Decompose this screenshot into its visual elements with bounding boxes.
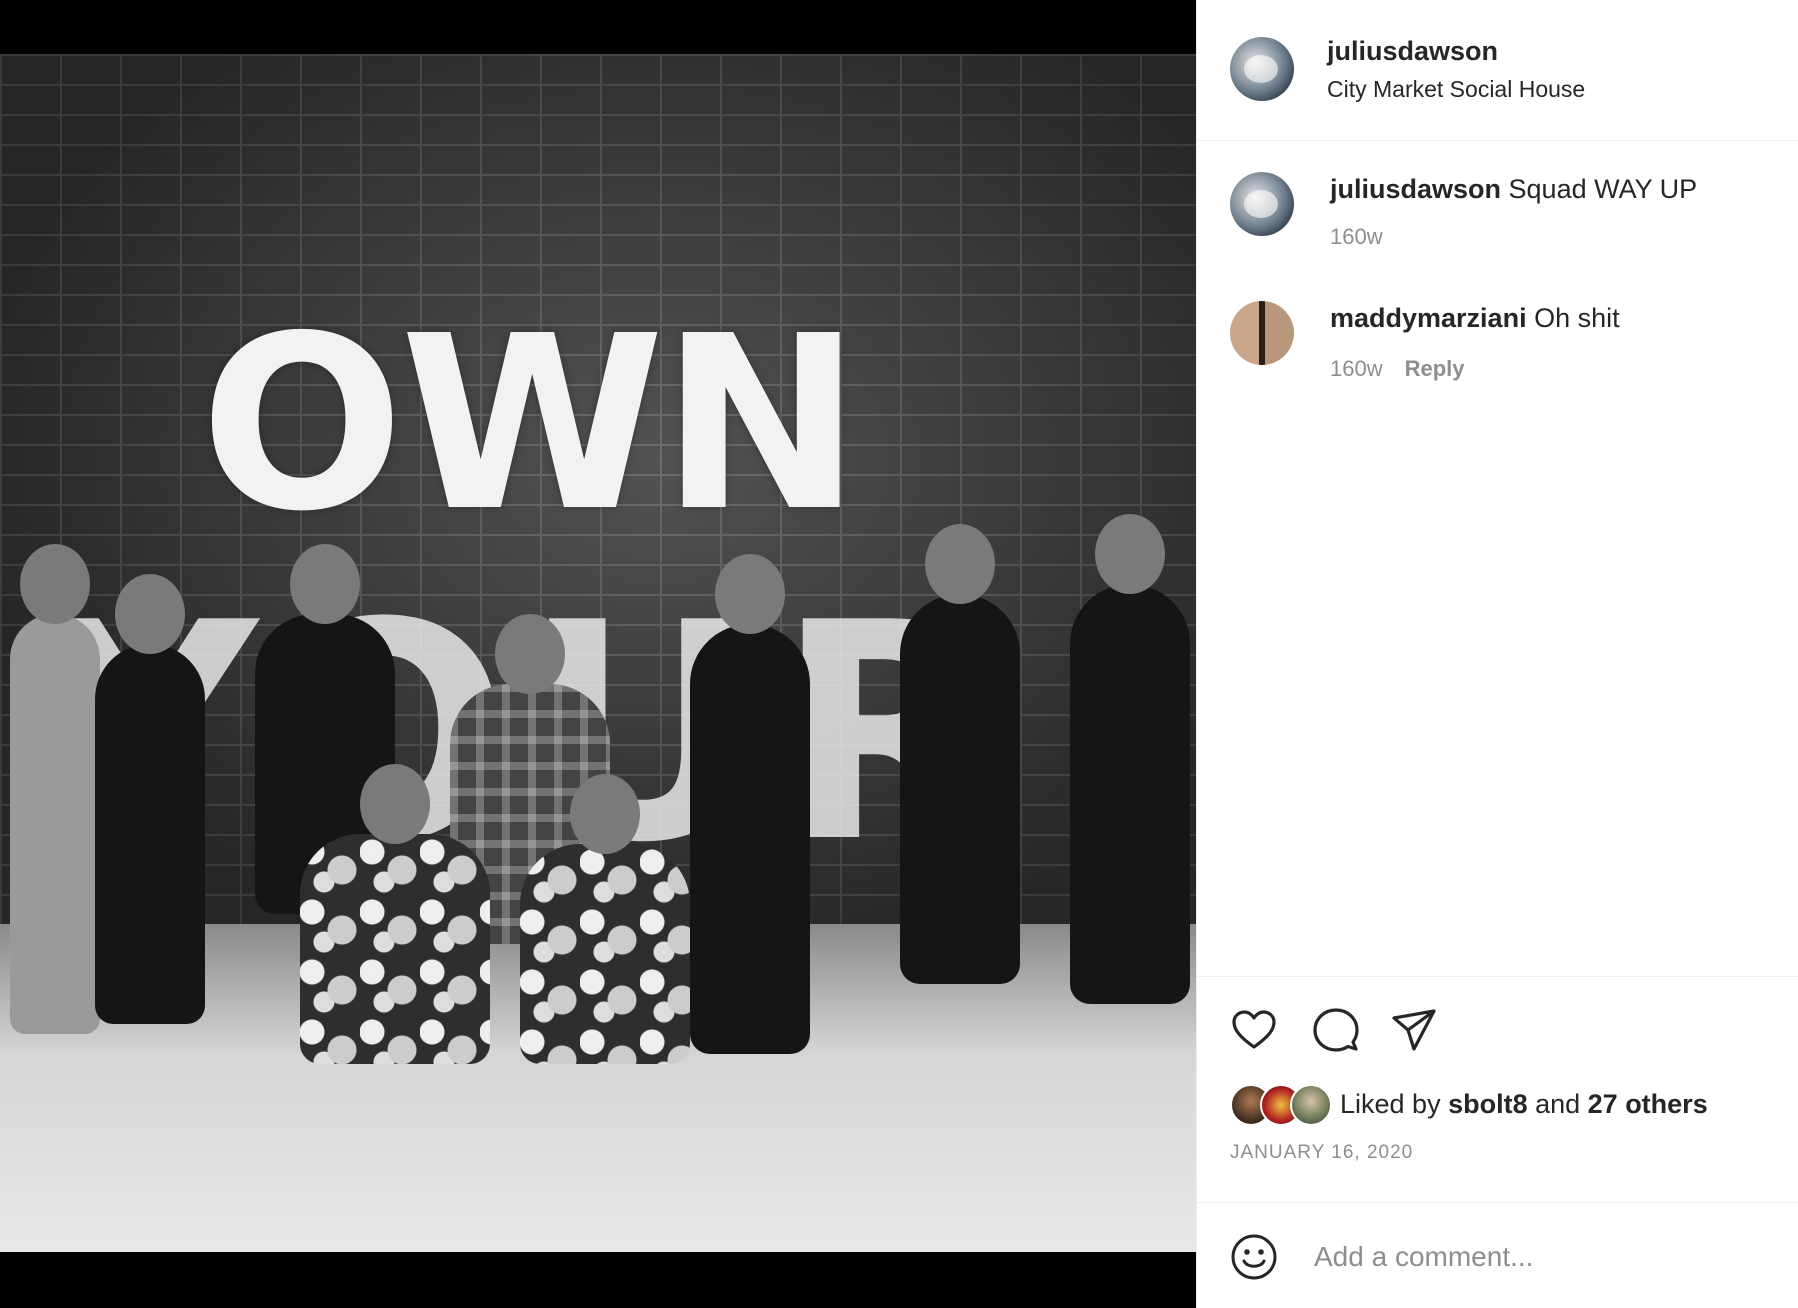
comment-text: Oh shit — [1526, 303, 1620, 333]
photo-person — [690, 554, 810, 1054]
likes-others-link[interactable]: 27 others — [1588, 1089, 1708, 1120]
heart-icon[interactable] — [1230, 1006, 1278, 1054]
smiley-icon[interactable] — [1230, 1233, 1278, 1281]
post-location[interactable]: City Market Social House — [1327, 76, 1585, 103]
photo-person — [300, 764, 490, 1064]
photo-person — [900, 524, 1020, 984]
post-details-panel: juliusdawson City Market Social House ju… — [1196, 0, 1798, 1308]
comment-meta: 160w Reply — [1330, 356, 1465, 382]
add-comment-bar — [1197, 1202, 1798, 1308]
comment-username[interactable]: juliusdawson — [1330, 174, 1501, 204]
comment-age[interactable]: 160w — [1330, 356, 1383, 381]
liker-avatar — [1290, 1084, 1332, 1126]
comment-avatar[interactable] — [1230, 301, 1294, 365]
instagram-post-modal: OWN YOUR juliusdawson City Market Social… — [0, 0, 1798, 1308]
comment-avatar[interactable] — [1230, 172, 1294, 236]
liker-avatars[interactable] — [1230, 1082, 1340, 1126]
photo-person — [10, 544, 100, 1034]
post-header: juliusdawson City Market Social House — [1197, 0, 1798, 141]
paper-plane-icon[interactable] — [1390, 1006, 1438, 1054]
comment-input[interactable] — [1312, 1229, 1766, 1285]
comment-item: maddymarziani Oh shit — [1330, 303, 1620, 334]
likes-prefix: Liked by — [1340, 1088, 1449, 1119]
author-avatar[interactable] — [1230, 37, 1294, 101]
photo-person — [520, 774, 690, 1064]
comment-item: juliusdawson Squad WAY UP — [1330, 174, 1697, 205]
post-date[interactable]: JANUARY 16, 2020 — [1230, 1142, 1413, 1164]
photo-sign-own: OWN — [200, 284, 862, 564]
author-username[interactable]: juliusdawson — [1327, 36, 1498, 67]
photo-person — [1070, 514, 1190, 1004]
post-photo[interactable]: OWN YOUR — [0, 54, 1196, 1252]
comment-username[interactable]: maddymarziani — [1330, 303, 1527, 333]
comment-meta: 160w — [1330, 224, 1383, 250]
post-media: OWN YOUR — [0, 0, 1196, 1308]
comment-text: Squad WAY UP — [1501, 174, 1698, 204]
divider — [1197, 976, 1798, 977]
photo-person — [95, 574, 205, 1024]
comment-age[interactable]: 160w — [1330, 224, 1383, 249]
speech-bubble-icon[interactable] — [1312, 1006, 1360, 1054]
liker-username[interactable]: sbolt8 — [1448, 1089, 1528, 1120]
likes-summary: Liked by sbolt8 and 27 others — [1230, 1082, 1708, 1126]
likes-connector: and — [1527, 1088, 1588, 1119]
reply-button[interactable]: Reply — [1405, 356, 1465, 381]
